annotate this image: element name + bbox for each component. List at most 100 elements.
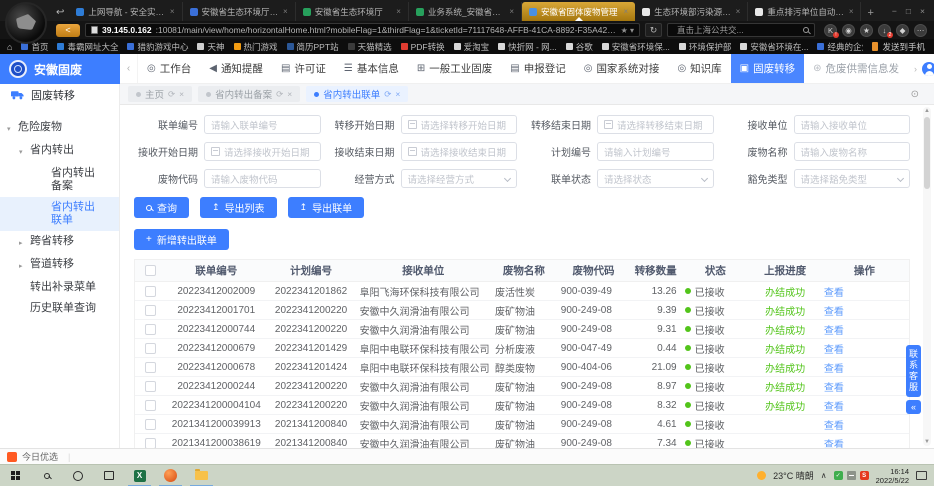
bookmark-item[interactable]: 环境保护部 bbox=[679, 41, 732, 53]
browser-tab[interactable]: 上网导航 - 安全实用... × bbox=[69, 2, 182, 21]
filter-input[interactable]: 请选择接收开始日期 bbox=[204, 142, 321, 161]
toolbar-round-button[interactable]: ◉ bbox=[842, 24, 855, 37]
nav-item[interactable]: ◎ 国家系统对接 bbox=[575, 54, 669, 83]
view-link[interactable]: 查看 bbox=[824, 440, 844, 449]
workspace-tab[interactable]: 主页 ⟳ × bbox=[128, 86, 192, 102]
notification-center-icon[interactable] bbox=[916, 471, 927, 480]
close-button[interactable]: × bbox=[920, 6, 925, 16]
task-view-button[interactable] bbox=[93, 465, 124, 486]
send-to-phone-button[interactable]: 发送到手机 bbox=[863, 41, 934, 53]
nav-item[interactable]: ☰ 基本信息 bbox=[335, 54, 408, 83]
row-checkbox[interactable] bbox=[145, 381, 156, 392]
row-checkbox[interactable] bbox=[145, 362, 156, 373]
sidebar-item[interactable]: ▾ 省内转出 bbox=[0, 140, 119, 163]
filter-input[interactable]: 请选择转移开始日期 bbox=[401, 115, 518, 134]
sogou-icon[interactable]: S bbox=[860, 471, 869, 480]
row-checkbox[interactable] bbox=[145, 438, 156, 449]
filter-input[interactable]: 请选择豁免类型 bbox=[794, 169, 911, 188]
bookmark-item[interactable]: 快折网 - 网... bbox=[498, 41, 557, 53]
tab-close-icon[interactable]: × bbox=[179, 89, 184, 99]
excel-taskbar-button[interactable]: X bbox=[124, 465, 155, 486]
bookmark-item[interactable]: 谷歌 bbox=[566, 41, 593, 53]
view-link[interactable]: 查看 bbox=[824, 345, 844, 356]
sidebar-item[interactable]: 历史联单查询 bbox=[0, 298, 119, 319]
nav-item[interactable]: ◎ 工作台 bbox=[138, 54, 200, 83]
row-checkbox[interactable] bbox=[145, 400, 156, 411]
filter-input[interactable]: 请输入废物名称 bbox=[794, 142, 911, 161]
tab-close-icon[interactable]: × bbox=[170, 7, 175, 16]
sidebar-item[interactable]: ▸ 跨省转移 bbox=[0, 231, 119, 254]
add-manifest-button[interactable]: + 新增转出联单 bbox=[134, 229, 229, 250]
tab-options-icon[interactable]: ⊙ bbox=[904, 89, 926, 100]
bookmark-item[interactable]: 安徽省环境保... bbox=[602, 41, 670, 53]
tab-refresh-icon[interactable]: ⟳ bbox=[276, 89, 283, 100]
view-link[interactable]: 查看 bbox=[824, 383, 844, 394]
user-area[interactable]: › 苗洋洋 bbox=[908, 54, 934, 83]
bookmark-item[interactable]: 猎豹游戏中心 bbox=[127, 41, 188, 53]
new-tab-button[interactable]: + bbox=[861, 7, 882, 21]
bookmark-item[interactable]: 热门游戏 bbox=[234, 41, 278, 53]
start-button[interactable] bbox=[0, 465, 31, 486]
taskbar-clock[interactable]: 16:14 2022/5/22 bbox=[876, 467, 909, 485]
toolbar-round-button[interactable]: ◆ bbox=[896, 24, 909, 37]
browser-tab[interactable]: 安徽省生态环境厅 × bbox=[296, 2, 409, 21]
tab-refresh-icon[interactable]: ⟳ bbox=[168, 89, 175, 100]
filter-input[interactable]: 请输入接收单位 bbox=[794, 115, 911, 134]
collapse-button[interactable]: « bbox=[906, 400, 921, 414]
tab-close-icon[interactable]: × bbox=[395, 89, 400, 99]
minimize-button[interactable]: − bbox=[892, 6, 897, 16]
view-link[interactable]: 查看 bbox=[824, 421, 844, 432]
nav-item[interactable]: ▤ 申报登记 bbox=[501, 54, 574, 83]
export-sheet-button[interactable]: ↥ 导出联单 bbox=[288, 197, 365, 218]
sidebar-item[interactable]: 省内转出联单 bbox=[0, 197, 119, 231]
customer-service-button[interactable]: 联系客服 bbox=[906, 345, 921, 397]
toolbar-round-button[interactable]: K ! bbox=[824, 24, 837, 37]
bookmark-item[interactable]: 简历PPT站 bbox=[287, 41, 339, 53]
view-link[interactable]: 查看 bbox=[824, 326, 844, 337]
view-link[interactable]: 查看 bbox=[824, 402, 844, 413]
bookmark-item[interactable]: 爱淘宝 bbox=[454, 41, 490, 53]
browser-logo-icon[interactable] bbox=[5, 2, 47, 44]
filter-input[interactable]: 请输入联单编号 bbox=[204, 115, 321, 134]
view-link[interactable]: 查看 bbox=[824, 307, 844, 318]
cortana-button[interactable] bbox=[62, 465, 93, 486]
nav-item[interactable]: ⊛ 危废供需信息发 bbox=[804, 54, 908, 83]
workspace-tab[interactable]: 省内转出备案 ⟳ × bbox=[198, 86, 300, 102]
browser-tab[interactable]: 生态环境部污染源监... × bbox=[635, 2, 748, 21]
view-link[interactable]: 查看 bbox=[824, 288, 844, 299]
taskbar-search-button[interactable] bbox=[31, 465, 62, 486]
nav-item[interactable]: ⊞ 一般工业固废 bbox=[408, 54, 501, 83]
tab-close-icon[interactable]: × bbox=[283, 7, 288, 16]
scroll-down-icon[interactable]: ▼ bbox=[924, 438, 930, 446]
toolbar-round-button[interactable]: ↓ 2 bbox=[878, 24, 891, 37]
nav-item[interactable]: ▣ 固废转移 bbox=[731, 54, 804, 83]
bookmark-item[interactable]: PDF转换 bbox=[401, 41, 445, 53]
scroll-up-icon[interactable]: ▲ bbox=[924, 107, 930, 115]
antivirus-icon[interactable]: ✓ bbox=[834, 471, 843, 480]
promo-label[interactable]: 今日优选 bbox=[22, 450, 58, 463]
network-icon[interactable] bbox=[847, 471, 856, 480]
filter-input[interactable]: 请选择状态 bbox=[597, 169, 714, 188]
scrollbar-thumb[interactable] bbox=[924, 117, 930, 189]
tab-refresh-icon[interactable]: ⟳ bbox=[384, 89, 391, 100]
row-checkbox[interactable] bbox=[145, 343, 156, 354]
search-button[interactable]: 查询 bbox=[134, 197, 189, 218]
nav-item[interactable]: ◀ 通知提醒 bbox=[200, 54, 272, 83]
tab-back-icon[interactable]: ↩ bbox=[56, 7, 69, 21]
maximize-button[interactable]: □ bbox=[906, 6, 911, 16]
tab-close-icon[interactable]: × bbox=[736, 7, 741, 16]
promo-icon[interactable] bbox=[7, 452, 17, 462]
filter-input[interactable]: 请输入废物代码 bbox=[204, 169, 321, 188]
explorer-taskbar-button[interactable] bbox=[186, 465, 217, 486]
content-scrollbar[interactable]: ▲ ▼ bbox=[923, 107, 931, 446]
tab-close-icon[interactable]: × bbox=[849, 7, 854, 16]
filter-input[interactable]: 请输入计划编号 bbox=[597, 142, 714, 161]
tab-close-icon[interactable]: × bbox=[624, 7, 629, 16]
row-checkbox[interactable] bbox=[145, 324, 156, 335]
bookmark-star-icon[interactable]: ★ ▾ bbox=[621, 26, 634, 35]
row-checkbox[interactable] bbox=[145, 419, 156, 430]
bookmark-item[interactable]: 天猫精选 bbox=[348, 41, 392, 53]
bookmark-item[interactable]: 经典的企业... bbox=[817, 41, 863, 53]
weather-label[interactable]: 23°C 晴朗 bbox=[773, 469, 814, 482]
row-checkbox[interactable] bbox=[145, 286, 156, 297]
